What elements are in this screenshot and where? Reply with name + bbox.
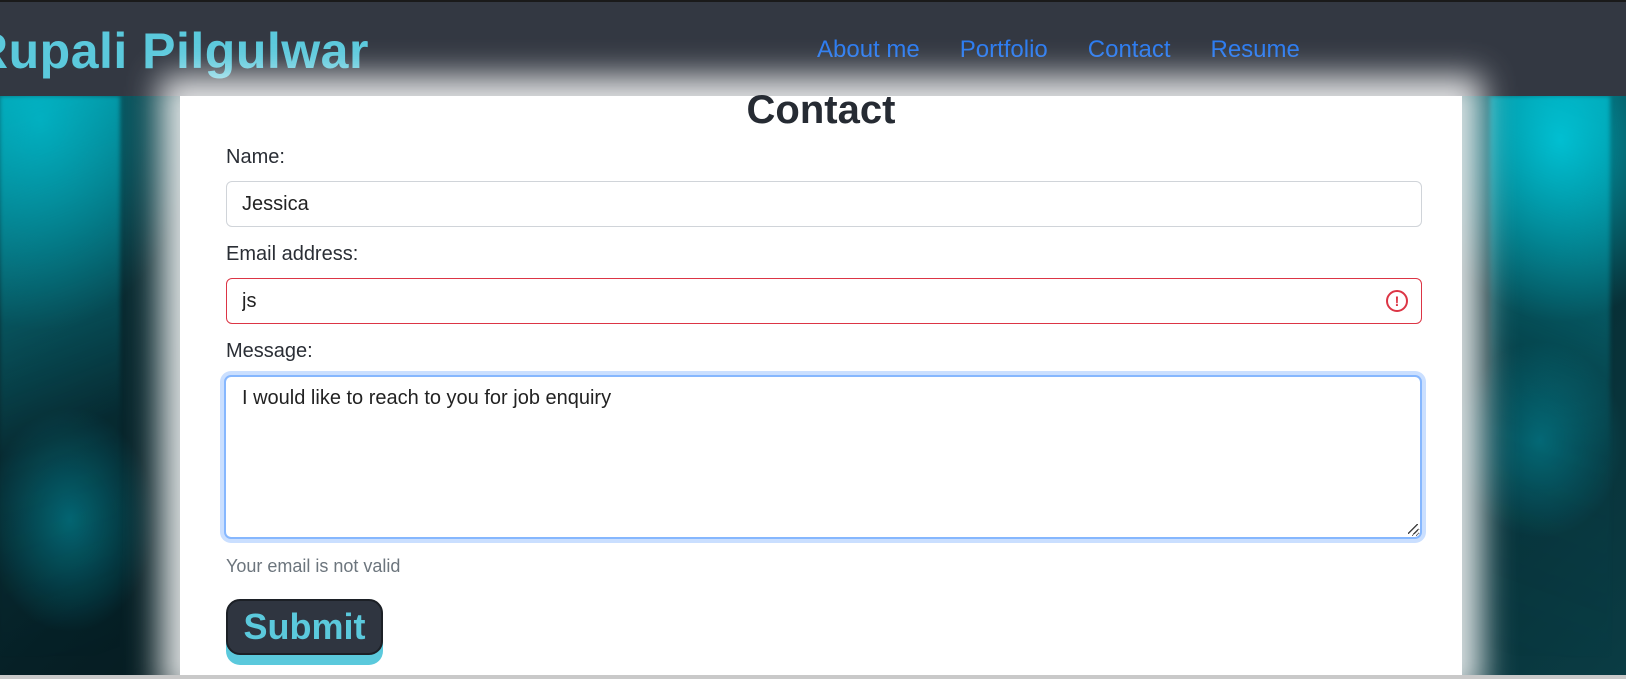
exclamation-circle-icon: ! [1386, 290, 1408, 312]
nav-link-resume[interactable]: Resume [1211, 36, 1300, 64]
nav-link-portfolio[interactable]: Portfolio [960, 36, 1048, 64]
nav-link-about[interactable]: About me [817, 36, 920, 64]
name-label: Name: [226, 146, 285, 168]
bottom-divider [0, 675, 1626, 679]
background-streak-left [0, 96, 120, 656]
nav-link-contact[interactable]: Contact [1088, 36, 1171, 64]
submit-button[interactable]: Submit [226, 599, 383, 655]
site-header: Rupali Pilgulwar About me Portfolio Cont… [0, 0, 1626, 96]
background-streak-right [1490, 96, 1610, 656]
email-error-text: Your email is not valid [226, 556, 401, 576]
page-title: Contact [746, 88, 896, 132]
site-brand[interactable]: Rupali Pilgulwar [0, 22, 369, 80]
name-field[interactable] [226, 181, 1422, 227]
main-nav: About me Portfolio Contact Resume [817, 36, 1340, 64]
message-field[interactable]: I would like to reach to you for job enq… [224, 375, 1422, 539]
message-label: Message: [226, 340, 313, 362]
resize-handle-icon[interactable] [1408, 524, 1418, 534]
email-field[interactable] [226, 278, 1422, 324]
contact-panel: Contact Name: Email address: ! Message: … [180, 88, 1462, 676]
email-label: Email address: [226, 243, 359, 265]
